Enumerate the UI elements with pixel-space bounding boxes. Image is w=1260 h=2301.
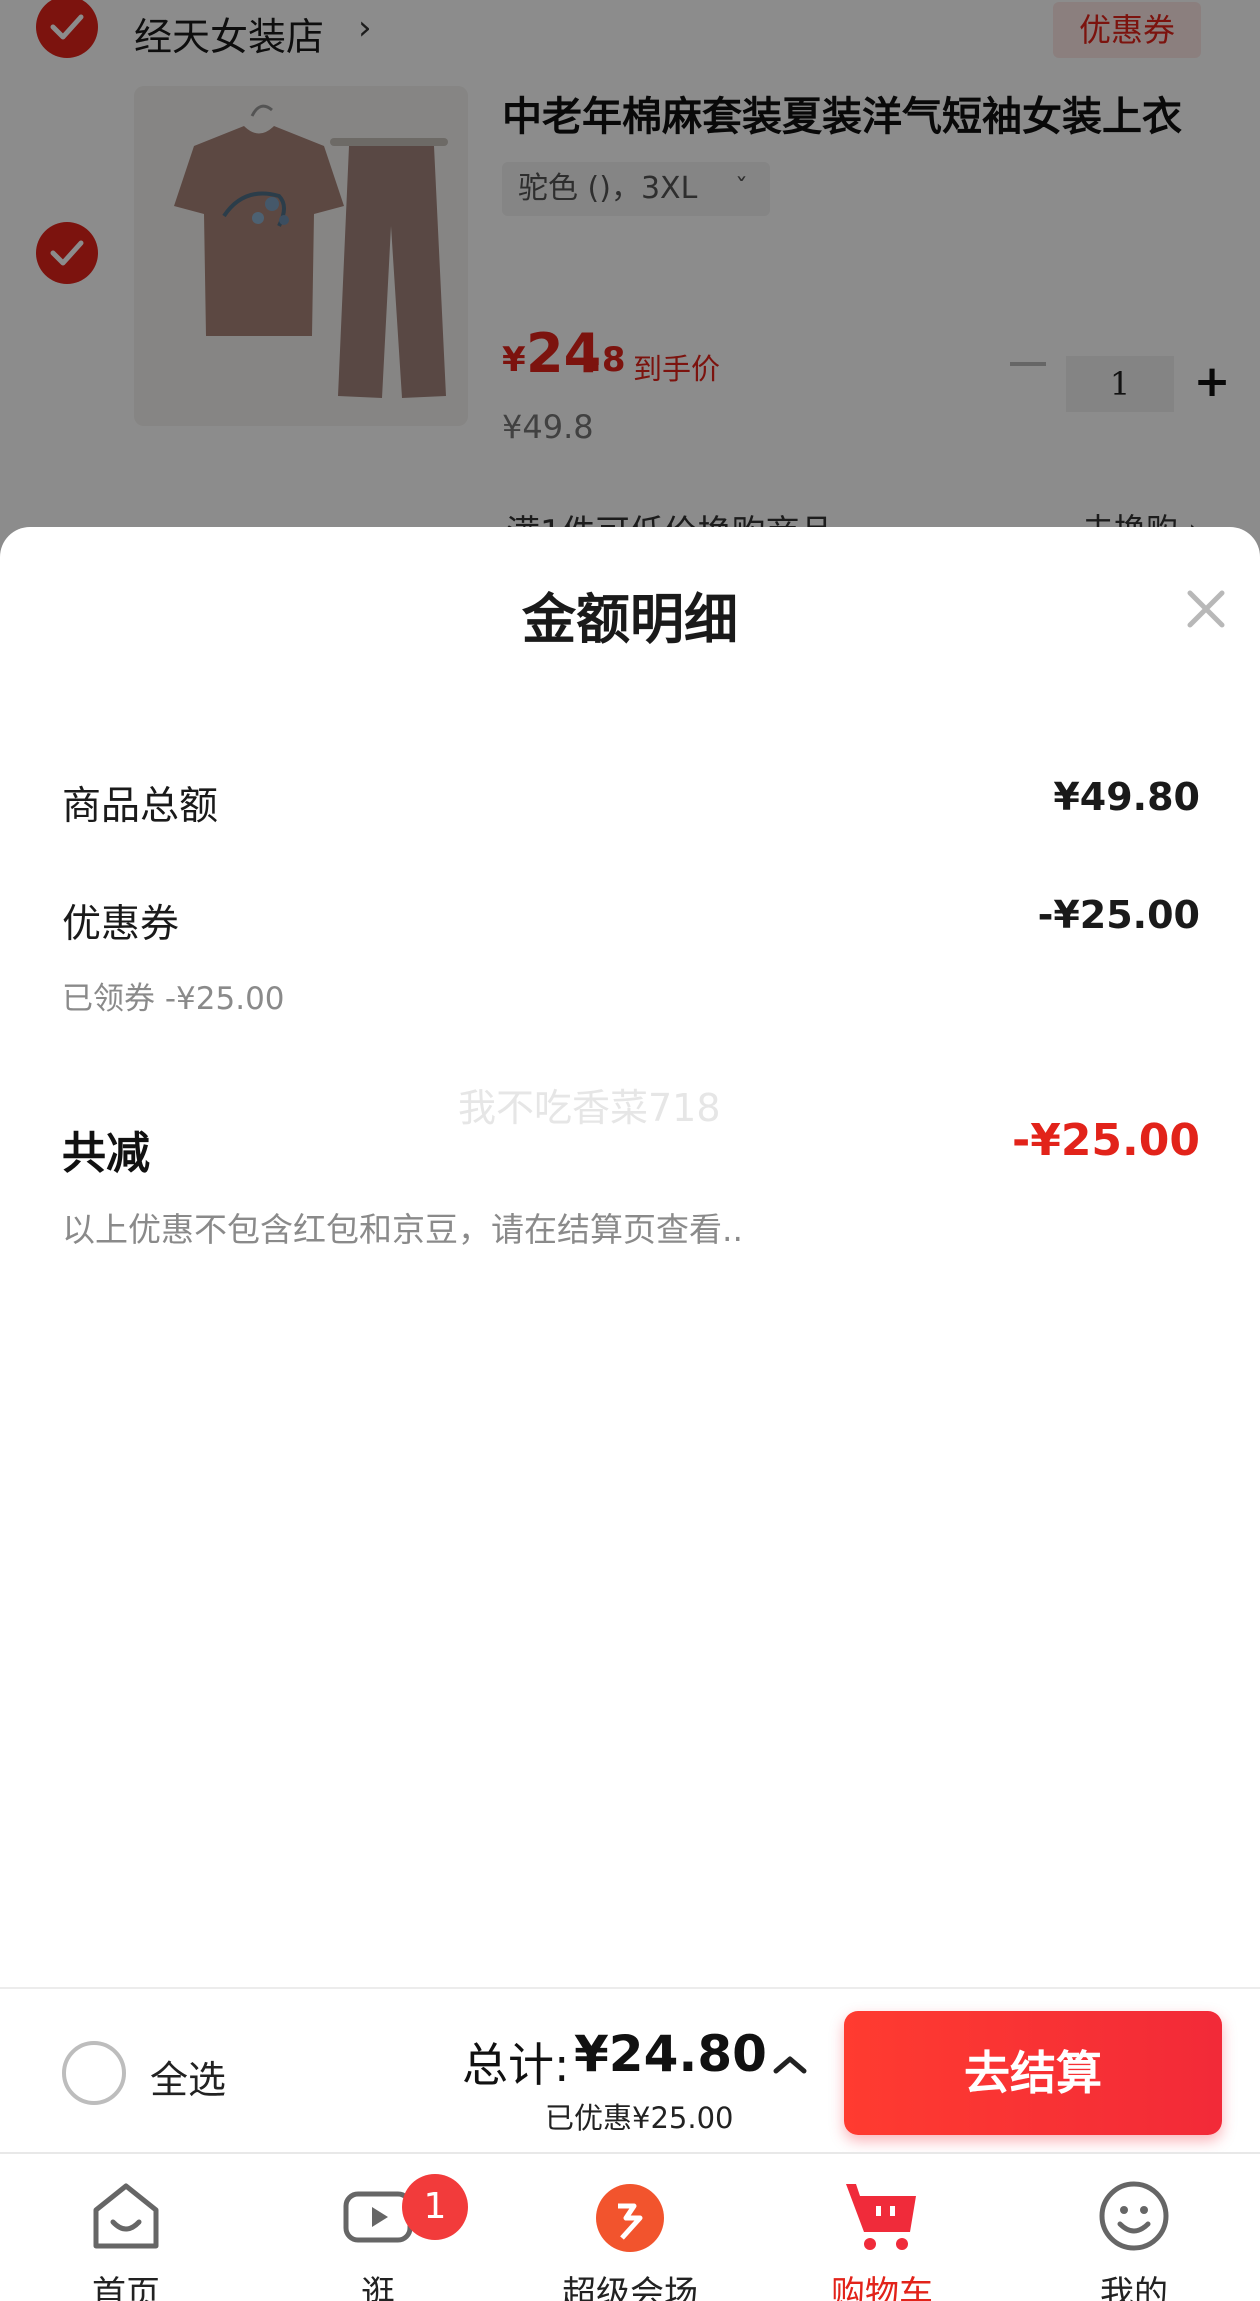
- tab-profile[interactable]: 我的: [1008, 2154, 1260, 2301]
- notification-badge: 1: [402, 2174, 468, 2240]
- goods-total-label: 商品总额: [62, 784, 219, 829]
- tab-browse[interactable]: 1 逛: [252, 2154, 504, 2301]
- select-all-label[interactable]: 全选: [150, 2049, 226, 2104]
- cart-background: 经天女装店 › 优惠券 中老年棉麻套装夏装洋气短袖女装上衣 驼色 ()，3XL …: [0, 0, 1260, 560]
- super-venue-icon: [590, 2176, 670, 2256]
- total-prefix: 总计:: [462, 2038, 570, 2092]
- tab-super-venue[interactable]: 超级会场: [504, 2154, 756, 2301]
- profile-icon: [1094, 2176, 1174, 2256]
- tab-cart[interactable]: 购物车: [756, 2154, 1008, 2301]
- total-reduction-label: 共减: [62, 1128, 150, 1179]
- checkout-button[interactable]: 去结算: [844, 2011, 1222, 2135]
- cart-icon: [842, 2176, 922, 2256]
- coupon-value: -¥25.00: [1037, 893, 1200, 937]
- checkout-bar: 全选 总计: ¥24.80 已优惠¥25.00 去结算: [0, 1987, 1260, 2152]
- watermark-text: 我不吃香菜718: [458, 1086, 721, 1130]
- home-icon: [86, 2176, 166, 2256]
- bottom-tab-bar: 首页 1 逛 超级会场 购物车 我的: [0, 2152, 1260, 2301]
- tab-home[interactable]: 首页: [0, 2154, 252, 2301]
- tab-profile-label: 我的: [1100, 2274, 1168, 2301]
- tab-cart-label: 购物车: [831, 2274, 933, 2301]
- select-all-radio[interactable]: [62, 2041, 126, 2105]
- discount-note: 以上优惠不包含红包和京豆，请在结算页查看..: [62, 1210, 743, 1249]
- coupon-sub-text: 已领券 -¥25.00: [62, 981, 285, 1017]
- chevron-up-icon[interactable]: [768, 2041, 812, 2085]
- coupon-label: 优惠券: [62, 902, 180, 947]
- goods-total-value: ¥49.80: [1053, 775, 1200, 819]
- dim-overlay[interactable]: [0, 0, 1260, 560]
- tab-super-venue-label: 超级会场: [562, 2274, 698, 2301]
- total-amount: ¥24.80: [574, 2025, 767, 2083]
- tab-browse-label: 逛: [361, 2274, 395, 2301]
- amount-detail-sheet: 金额明细 商品总额 ¥49.80 优惠券 -¥25.00 已领券 -¥25.00…: [0, 527, 1260, 1987]
- saved-amount: 已优惠¥25.00: [545, 2101, 734, 2135]
- tab-home-label: 首页: [92, 2274, 160, 2301]
- close-icon[interactable]: [1180, 583, 1232, 635]
- sheet-title: 金额明细: [522, 588, 738, 651]
- total-reduction-value: -¥25.00: [1011, 1115, 1200, 1166]
